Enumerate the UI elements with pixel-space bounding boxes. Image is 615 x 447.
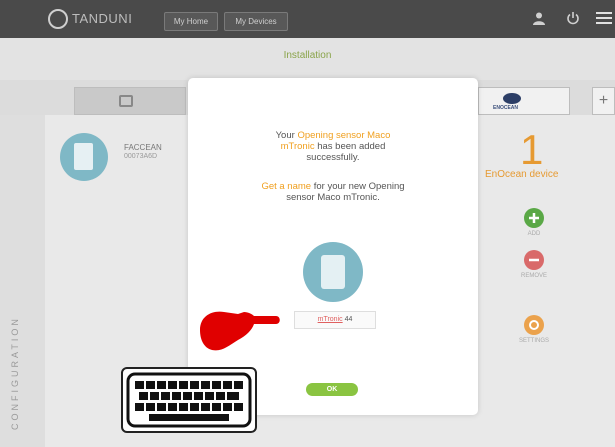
- monitor-icon: [119, 95, 133, 107]
- device-name-input[interactable]: mTronic 44: [294, 311, 376, 329]
- tab-monitor[interactable]: [74, 87, 186, 115]
- enocean-tab-label: ENOCEAN: [493, 105, 519, 111]
- page-header: Installation: [0, 38, 615, 80]
- app-window: TANDUNI My Home My Devices Installation …: [0, 0, 615, 447]
- dialog-line-5: sensor Maco mTronic.: [286, 192, 380, 203]
- logo-icon: [48, 9, 68, 29]
- device-name-suffix: 44: [342, 316, 353, 323]
- device-name: FACCEAN: [124, 143, 162, 152]
- device-model-highlight: mTronic: [280, 141, 315, 152]
- device-id: 00073A6D: [124, 153, 158, 160]
- device-type-highlight: Opening sensor Maco: [297, 130, 391, 141]
- sidebar-label: CONFIGURATION: [10, 316, 20, 430]
- device-large-icon: [303, 242, 363, 302]
- add-icon[interactable]: [524, 208, 544, 228]
- device-count-label: EnOcean device: [485, 169, 559, 180]
- dialog-text: for your new Opening: [311, 181, 405, 192]
- settings-icon[interactable]: [524, 315, 544, 335]
- my-home-button[interactable]: My Home: [164, 12, 218, 31]
- door-sensor-icon: [321, 255, 345, 289]
- add-label: ADD: [527, 231, 541, 237]
- keyboard-overlay: [121, 367, 257, 433]
- user-icon[interactable]: [532, 11, 546, 25]
- power-icon[interactable]: [566, 11, 580, 25]
- page-title: Installation: [283, 50, 332, 61]
- keyboard-icon[interactable]: [123, 369, 255, 431]
- settings-label: SETTINGS: [518, 338, 549, 344]
- dialog-text: Your: [275, 130, 298, 141]
- door-sensor-icon: [74, 143, 93, 170]
- my-devices-button[interactable]: My Devices: [224, 12, 288, 31]
- device-icon[interactable]: [60, 133, 108, 181]
- ok-button[interactable]: OK: [306, 383, 358, 396]
- enocean-icon: [503, 93, 521, 104]
- device-added-dialog: Your Opening sensor Maco mTronic has bee…: [188, 78, 478, 415]
- add-tab-button[interactable]: +: [592, 87, 615, 115]
- tab-enocean[interactable]: ENOCEAN: [478, 87, 570, 115]
- device-name-link[interactable]: mTronic: [318, 316, 343, 323]
- pointing-hand-icon: [200, 311, 280, 351]
- sidebar: [0, 115, 45, 447]
- top-bar: TANDUNI My Home My Devices: [0, 0, 615, 38]
- get-name-highlight: Get a name: [261, 181, 312, 192]
- dialog-line-1: Your Opening sensor Maco: [188, 130, 478, 141]
- remove-label: REMOVE: [520, 273, 547, 279]
- menu-icon[interactable]: [596, 12, 612, 26]
- dialog-line-3: successfully.: [306, 152, 360, 163]
- logo-text: TANDUNI: [72, 11, 133, 26]
- dialog-line-2: mTronic has been added: [188, 141, 478, 152]
- device-count: 1: [520, 126, 544, 173]
- remove-icon[interactable]: [524, 250, 544, 270]
- dialog-line-4: Get a name for your new Opening: [188, 181, 478, 192]
- dialog-text: has been added: [314, 141, 386, 152]
